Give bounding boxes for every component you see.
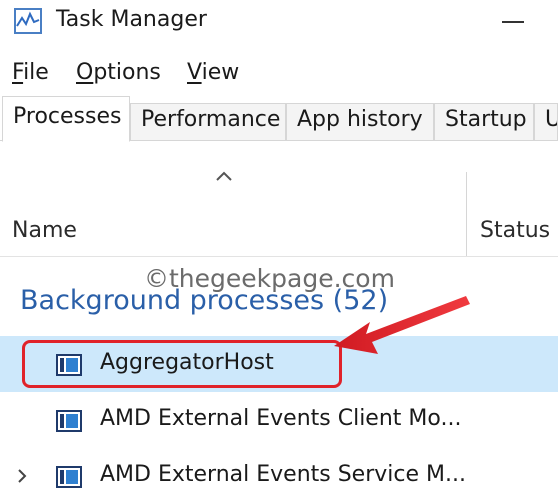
process-row[interactable]: AMD External Events Client Mo... bbox=[0, 392, 558, 448]
process-name: AMD External Events Client Mo... bbox=[100, 406, 462, 431]
process-name: AMD External Events Service M... bbox=[100, 462, 466, 487]
chevron-right-icon[interactable] bbox=[14, 466, 30, 486]
window-title: Task Manager bbox=[56, 7, 207, 32]
sort-up-icon[interactable] bbox=[214, 168, 234, 184]
process-icon bbox=[56, 410, 82, 432]
task-manager-icon bbox=[14, 8, 42, 34]
process-icon bbox=[56, 466, 82, 488]
header-divider bbox=[0, 256, 558, 257]
annotation-arrow bbox=[334, 296, 470, 354]
minimize-button[interactable] bbox=[492, 0, 552, 40]
tab-app-history[interactable]: App history bbox=[286, 103, 434, 141]
menu-options[interactable]: Options bbox=[76, 60, 161, 85]
menu-file[interactable]: File bbox=[12, 60, 49, 85]
tab-startup[interactable]: Startup bbox=[434, 103, 534, 141]
column-header-status[interactable]: Status bbox=[480, 218, 550, 243]
column-divider[interactable] bbox=[466, 172, 467, 256]
column-header-name[interactable]: Name bbox=[12, 218, 77, 243]
menu-view[interactable]: View bbox=[187, 60, 239, 85]
annotation-highlight-box bbox=[22, 340, 342, 388]
tab-users[interactable]: U bbox=[534, 103, 558, 141]
tab-performance[interactable]: Performance bbox=[130, 103, 286, 141]
tab-processes[interactable]: Processes bbox=[2, 96, 130, 142]
process-row[interactable]: AMD External Events Service M... bbox=[0, 448, 558, 504]
